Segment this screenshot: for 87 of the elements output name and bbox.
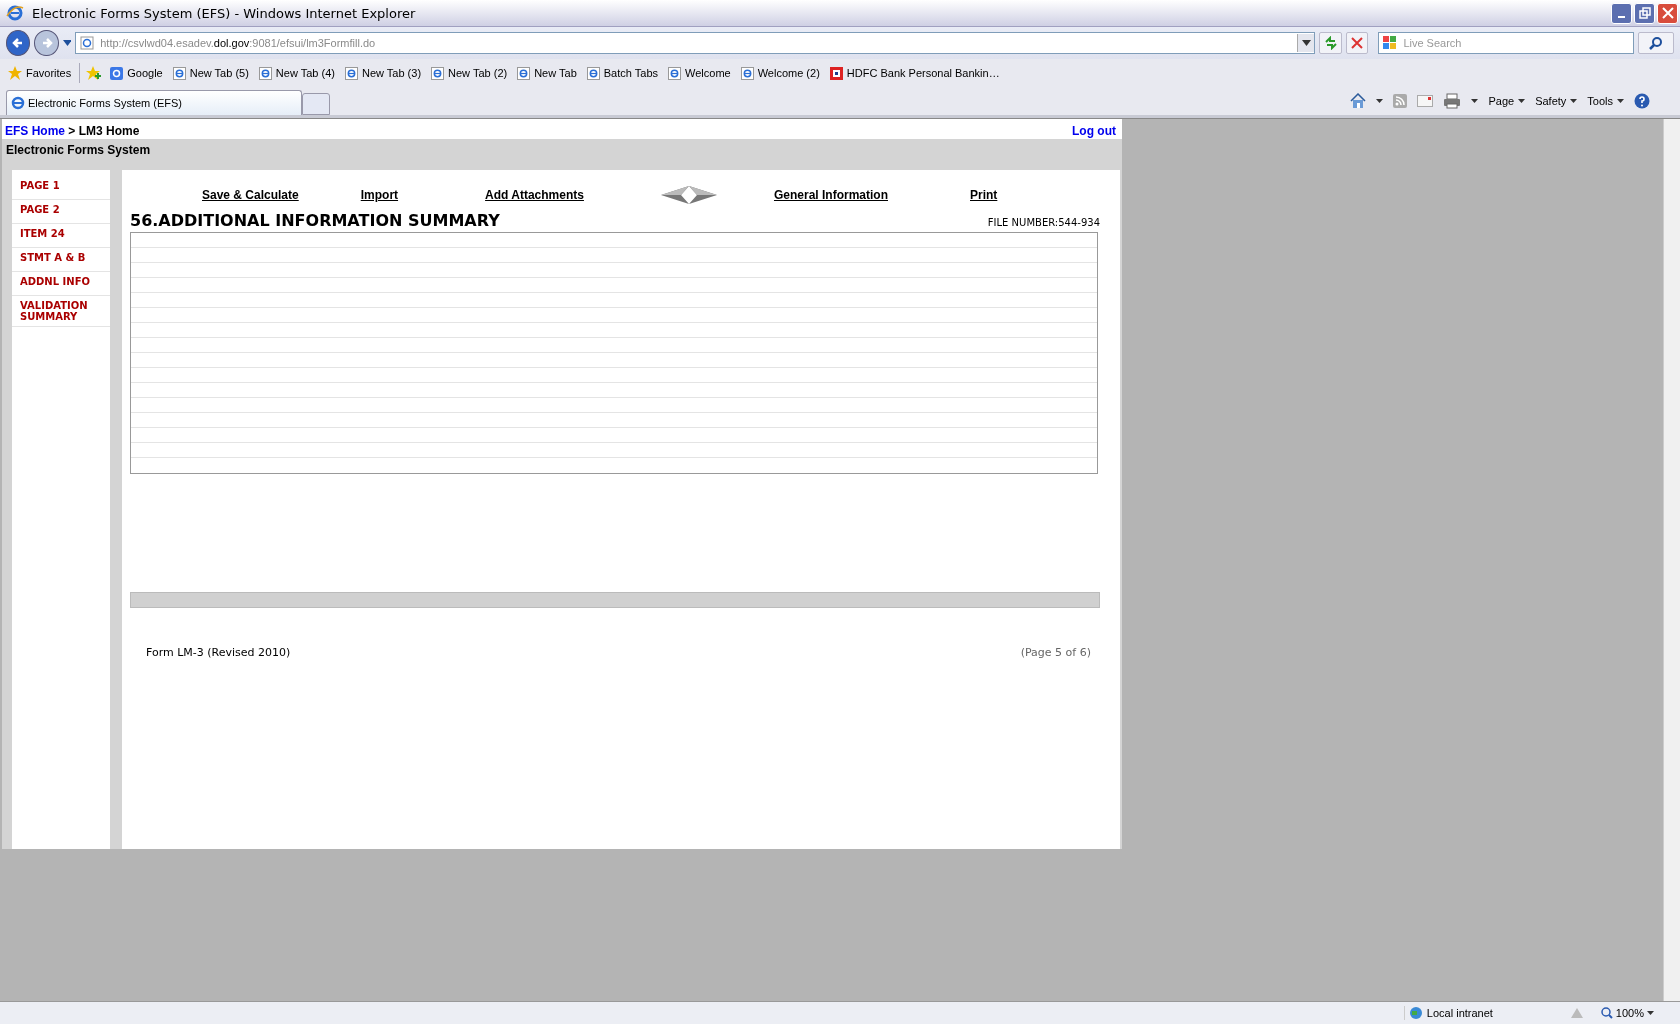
scrollbar[interactable] [1663, 119, 1680, 1001]
app-title: Electronic Forms System [6, 143, 151, 157]
caret-icon [1570, 99, 1578, 103]
toolbar-link[interactable]: Print [970, 188, 998, 202]
favorite-link[interactable]: New Tab (3) [342, 66, 424, 80]
stop-button[interactable] [1345, 32, 1369, 54]
address-dropdown-button[interactable] [1297, 34, 1315, 52]
protected-mode-icon [1568, 1006, 1585, 1020]
favorite-link[interactable]: Batch Tabs [584, 66, 660, 80]
page-icon [740, 66, 754, 80]
page-indicator: (Page 5 of 6) [1020, 646, 1091, 659]
section-heading: 56.ADDITIONAL INFORMATION SUMMARY [130, 211, 500, 230]
browser-tab[interactable]: Electronic Forms System (EFS) [6, 90, 302, 115]
caret-icon[interactable] [1376, 99, 1384, 103]
toolbar-link[interactable]: Save & Calculate [202, 188, 299, 202]
next-arrow-icon[interactable] [688, 186, 717, 204]
bank-logo-icon [829, 66, 843, 80]
star-icon [8, 66, 22, 80]
command-menu[interactable]: Page [1488, 95, 1526, 107]
sidebar-link[interactable]: PAGE 1 [12, 176, 110, 200]
home-icon[interactable] [1350, 93, 1367, 109]
toolbar-link[interactable]: Add Attachments [485, 188, 584, 202]
favorite-link[interactable]: New Tab (5) [170, 66, 251, 80]
favorite-link[interactable]: New Tab (4) [256, 66, 337, 80]
logout-link[interactable]: Log out [1072, 124, 1116, 139]
magnifier-icon [1600, 1007, 1613, 1019]
mail-icon[interactable] [1417, 95, 1434, 107]
page-icon [258, 66, 272, 80]
favorite-link[interactable]: Welcome [666, 66, 733, 80]
restore-button[interactable] [1634, 2, 1655, 24]
breadcrumb-separator: > [68, 124, 76, 138]
search-field[interactable]: Live Search [1378, 32, 1635, 54]
zone-label: Local intranet [1426, 1007, 1493, 1019]
page-icon [431, 66, 445, 80]
refresh-icon [1323, 36, 1338, 50]
close-button[interactable] [1657, 2, 1678, 24]
toolbar-link[interactable]: General Information [773, 188, 888, 202]
caret-icon [1617, 99, 1624, 103]
toolbar-link[interactable]: Import [360, 188, 399, 202]
favorite-link[interactable]: HDFC Bank Personal Bankin… [827, 66, 1002, 80]
favorite-link[interactable]: New Tab (2) [429, 66, 510, 80]
close-icon [1661, 7, 1674, 19]
page-icon [172, 66, 186, 80]
window-title: Electronic Forms System (EFS) - Windows Internet Explorer [32, 5, 416, 21]
restore-icon [1638, 7, 1651, 19]
page-icon [80, 36, 95, 50]
dropdown-icon[interactable] [62, 40, 72, 46]
minimize-button[interactable] [1611, 2, 1632, 24]
page-icon [586, 66, 600, 80]
browser-logo-icon [6, 4, 24, 22]
favorites-button[interactable]: Favorites [6, 66, 74, 80]
page-icon [517, 66, 531, 80]
globe-icon [1408, 1006, 1423, 1020]
search-button[interactable] [1638, 32, 1674, 54]
command-menu[interactable]: Tools [1587, 95, 1624, 107]
back-button[interactable] [6, 30, 31, 56]
page-icon [344, 66, 358, 80]
forward-button[interactable] [34, 30, 59, 56]
sidebar-link[interactable]: VALIDATION SUMMARY [12, 296, 110, 327]
favorite-link[interactable]: Google [108, 66, 165, 80]
caret-icon[interactable] [1471, 99, 1479, 103]
file-number: FILE NUMBER:544-934 [987, 217, 1100, 230]
favorite-link[interactable]: New Tab [515, 66, 579, 80]
form-label: Form LM-3 (Revised 2010) [146, 646, 291, 659]
minimize-icon [1618, 16, 1625, 18]
breadcrumb-link[interactable]: EFS Home [5, 124, 65, 138]
command-menu[interactable]: Safety [1535, 95, 1578, 107]
printer-icon[interactable] [1443, 93, 1462, 109]
caret-icon [1647, 1011, 1654, 1015]
previous-arrow-icon[interactable] [660, 186, 689, 204]
sidebar-link[interactable]: ITEM 24 [12, 224, 110, 248]
caret-icon [1301, 40, 1311, 46]
favorite-link[interactable]: Welcome (2) [738, 66, 822, 80]
page-icon [668, 66, 681, 80]
caret-icon [1518, 99, 1526, 103]
help-icon[interactable] [1634, 93, 1650, 109]
search-icon [1649, 36, 1664, 50]
search-engine-icon [110, 66, 124, 80]
add-favorite-icon[interactable] [86, 65, 103, 81]
browser-logo-icon [11, 96, 25, 110]
sidebar-link[interactable]: PAGE 2 [12, 200, 110, 224]
sidebar-link[interactable]: STMT A & B [12, 248, 110, 272]
sidebar-link[interactable]: ADDNL INFO [12, 272, 110, 296]
breadcrumb-current: LM3 Home [78, 124, 140, 138]
stop-icon [1351, 37, 1364, 49]
address-field[interactable]: http://csvlwd04.esadev.dol.gov:9081/efsui/lm3Formfill.do [75, 32, 1316, 54]
zoom-button[interactable]: 100% [1594, 1006, 1660, 1020]
